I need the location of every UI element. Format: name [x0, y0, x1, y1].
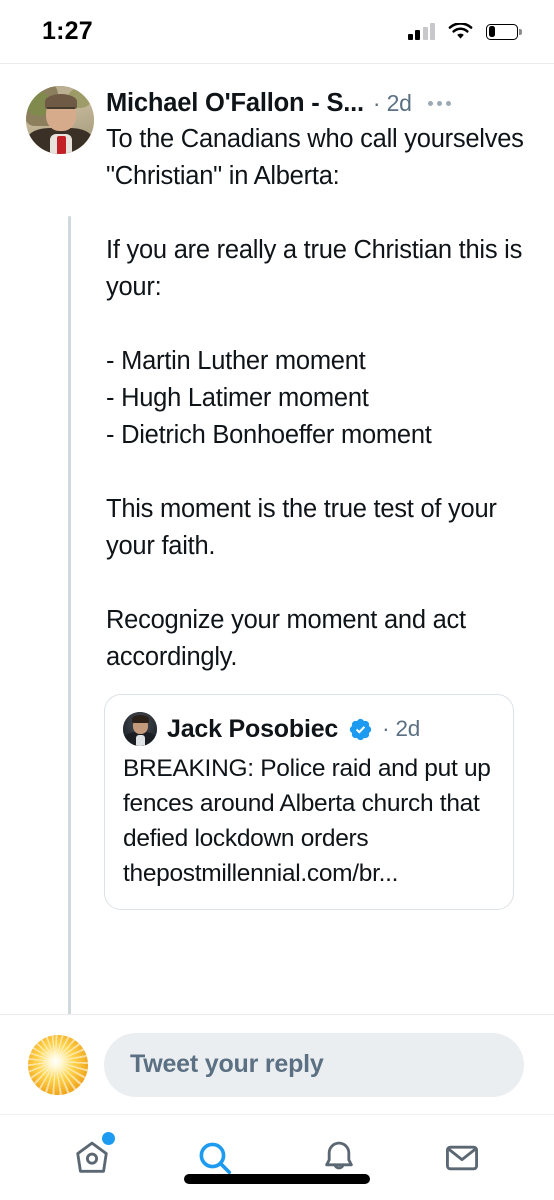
tweet-timestamp: · 2d: [372, 89, 412, 116]
cellular-signal-icon: [407, 23, 435, 40]
wifi-icon: [448, 22, 473, 39]
tweet-header: Michael O'Fallon - S... · 2d: [106, 86, 536, 120]
twitter-thread-screen: 1:27 Michael O'Fallon - S... · 2d To the…: [0, 0, 554, 1200]
quoted-tweet-text: BREAKING: Police raid and put up fences …: [123, 755, 491, 887]
tweet-avatar-column: [26, 86, 98, 910]
quoted-author-name: Jack Posobiec: [167, 714, 339, 743]
avatar[interactable]: [26, 86, 94, 154]
quoted-tweet-header: Jack Posobiec · 2d: [123, 711, 495, 747]
quoted-avatar[interactable]: [123, 712, 157, 746]
reply-input[interactable]: Tweet your reply: [104, 1032, 524, 1097]
bell-icon: [324, 1141, 353, 1169]
tweet[interactable]: Michael O'Fallon - S... · 2d To the Cana…: [0, 64, 554, 910]
tweet-main: Michael O'Fallon - S... · 2d To the Cana…: [98, 86, 536, 910]
bottom-nav-bar: [0, 1114, 554, 1200]
reply-placeholder: Tweet your reply: [130, 1050, 324, 1078]
thread-body: Michael O'Fallon - S... · 2d To the Cana…: [0, 64, 554, 1014]
status-icons: [407, 22, 522, 41]
author-name[interactable]: Michael O'Fallon - S...: [106, 89, 364, 118]
current-user-avatar[interactable]: [28, 1034, 88, 1095]
home-unread-badge: [101, 1131, 115, 1145]
search-icon: [199, 1142, 232, 1174]
verified-badge-icon: [349, 718, 372, 740]
battery-icon: [486, 23, 522, 40]
status-bar: 1:27: [0, 0, 554, 64]
reply-bar: Tweet your reply: [0, 1014, 554, 1114]
more-options-icon[interactable]: [426, 97, 453, 110]
quoted-timestamp: · 2d: [382, 716, 421, 741]
nav-item-messages[interactable]: [433, 1129, 491, 1187]
tweet-text: To the Canadians who call yourselves "Ch…: [106, 125, 524, 671]
envelope-icon: [446, 1145, 479, 1170]
nav-item-home[interactable]: [63, 1129, 121, 1187]
quoted-tweet-card[interactable]: Jack Posobiec · 2d BREAKING: Police raid…: [104, 694, 514, 910]
home-indicator: [184, 1174, 370, 1184]
status-time: 1:27: [42, 17, 93, 45]
